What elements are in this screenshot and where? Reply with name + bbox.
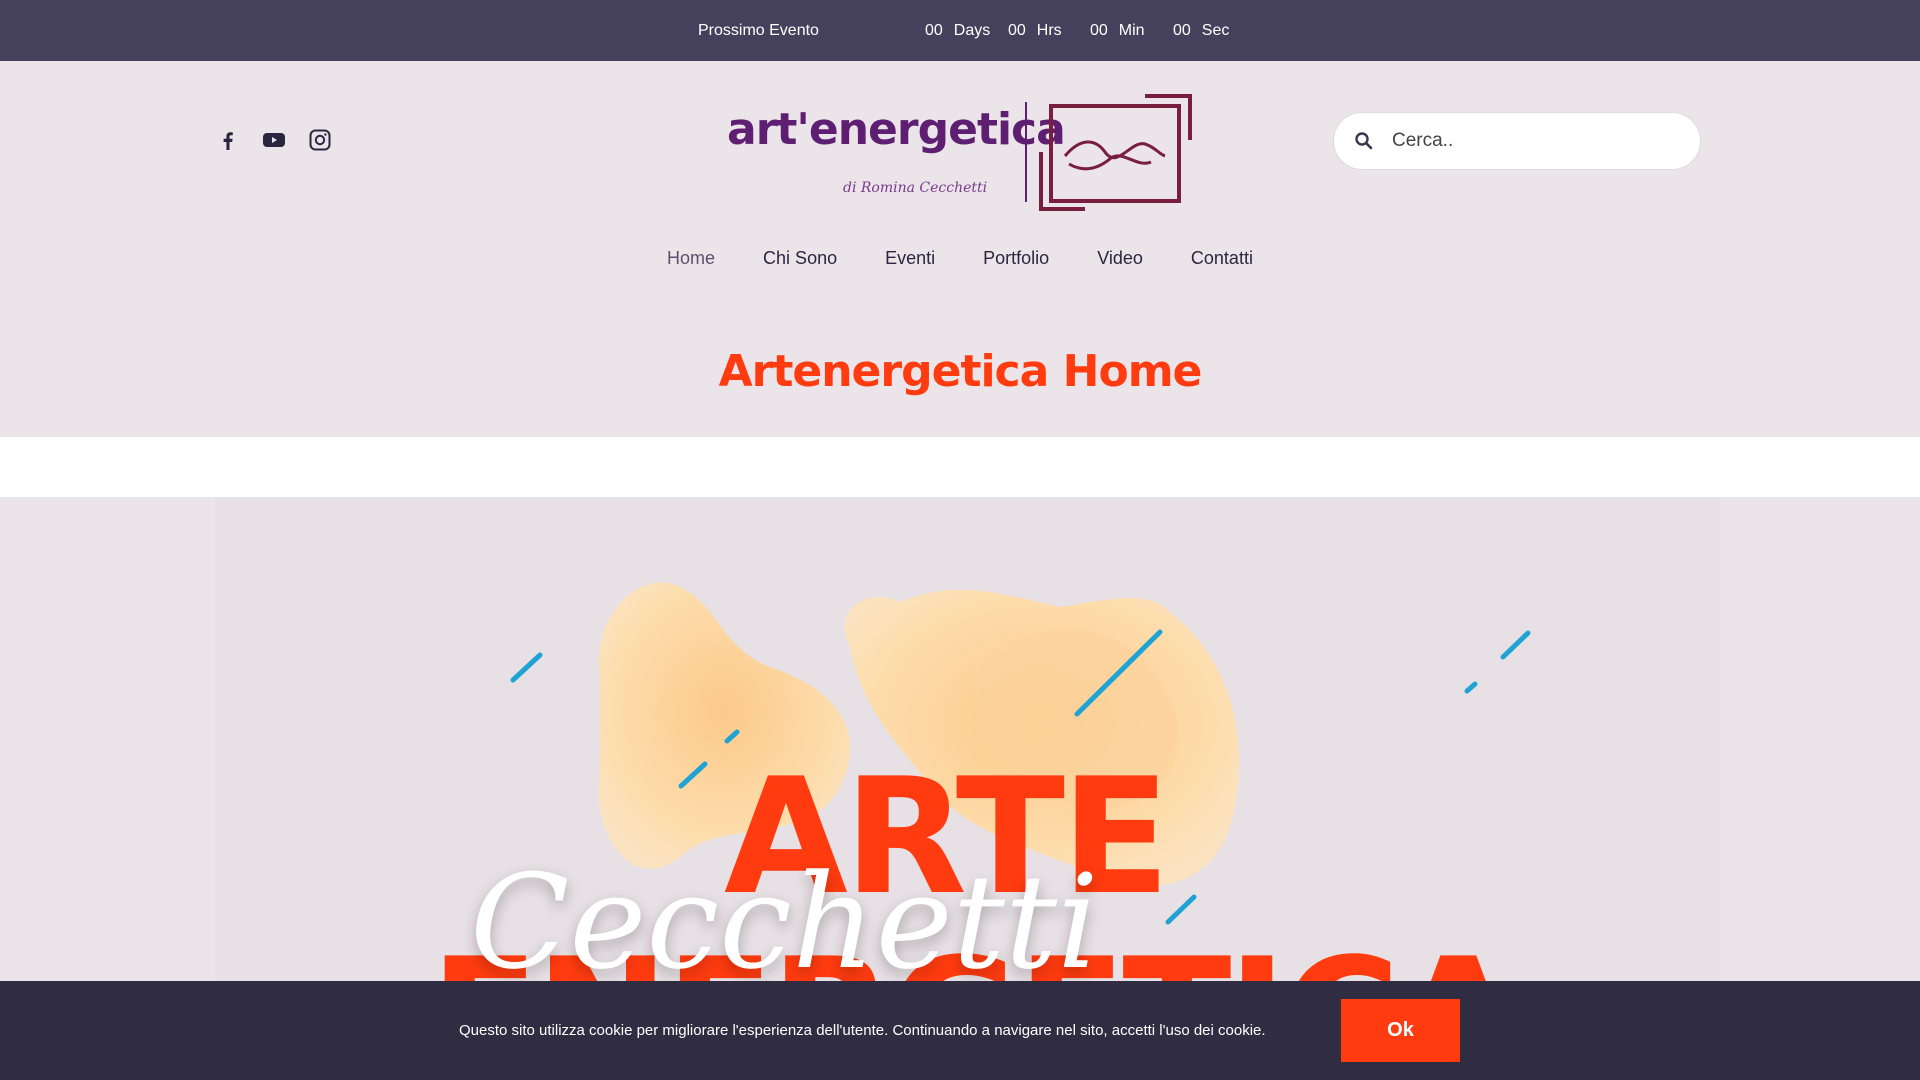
- nav-chi-sono[interactable]: Chi Sono: [763, 246, 837, 271]
- countdown-days: 00 Days: [925, 0, 990, 61]
- countdown-seconds-unit: Sec: [1201, 22, 1230, 39]
- search-icon: [1355, 132, 1373, 150]
- cookie-banner: Questo sito utilizza cookie per migliora…: [0, 981, 1920, 1080]
- nav-video[interactable]: Video: [1097, 246, 1143, 271]
- nav-home[interactable]: Home: [667, 246, 715, 271]
- spacer-band: [0, 437, 1920, 497]
- hero-banner: ARTE ENERGETICA Cecchetti: [0, 497, 1920, 981]
- logo-frame-icon: [1025, 94, 1192, 211]
- countdown-hours: 00 Hrs: [1008, 0, 1062, 61]
- countdown-hours-value: 00: [1008, 22, 1026, 39]
- social-links: [216, 128, 332, 152]
- hero-script-name: Cecchetti: [470, 846, 1099, 981]
- countdown-minutes-unit: Min: [1118, 22, 1145, 39]
- site-header: art'energetica di Romina Cecchetti Home …: [0, 61, 1920, 437]
- countdown-seconds: 00 Sec: [1173, 0, 1229, 61]
- instagram-icon[interactable]: [308, 128, 332, 152]
- nav-eventi[interactable]: Eventi: [885, 246, 935, 271]
- countdown-days-value: 00: [925, 22, 943, 39]
- youtube-icon[interactable]: [262, 128, 286, 152]
- countdown-seconds-value: 00: [1173, 22, 1191, 39]
- logo-wordmark: art'energetica: [727, 104, 1066, 155]
- countdown-days-unit: Days: [953, 22, 991, 39]
- nav-contatti[interactable]: Contatti: [1191, 246, 1253, 271]
- page-title: Artenergetica Home: [718, 346, 1203, 397]
- site-logo[interactable]: art'energetica di Romina Cecchetti: [725, 92, 1195, 217]
- countdown-minutes-value: 00: [1090, 22, 1108, 39]
- cookie-ok-button[interactable]: Ok: [1341, 999, 1460, 1062]
- countdown-bar: Prossimo Evento 00 Days 00 Hrs 00 Min 00 Sec: [0, 0, 1920, 61]
- main-nav: Home Chi Sono Eventi Portfolio Video Con…: [0, 246, 1920, 271]
- logo-subtitle: di Romina Cecchetti: [843, 180, 988, 196]
- countdown-hours-unit: Hrs: [1036, 22, 1062, 39]
- nav-portfolio[interactable]: Portfolio: [983, 246, 1049, 271]
- search-box[interactable]: [1333, 112, 1701, 170]
- facebook-icon[interactable]: [216, 128, 240, 152]
- search-input[interactable]: [1390, 129, 1670, 153]
- countdown-minutes: 00 Min: [1090, 0, 1145, 61]
- next-event-label: Prossimo Evento: [698, 22, 819, 39]
- cookie-message: Questo sito utilizza cookie per migliora…: [459, 1022, 1266, 1039]
